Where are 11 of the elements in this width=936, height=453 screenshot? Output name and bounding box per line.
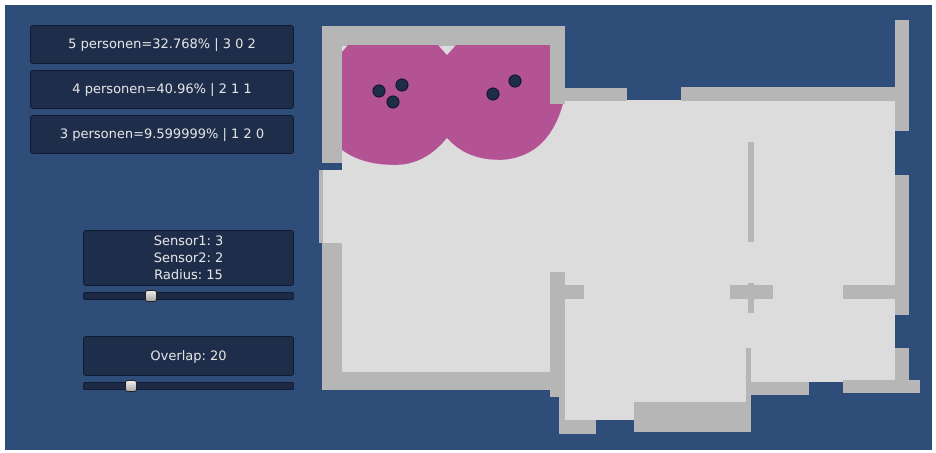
radius-slider[interactable] (83, 292, 294, 300)
sensor-reading: Sensor2: 2 (154, 250, 224, 266)
overlap-panel: Overlap: 20 (83, 336, 294, 376)
overlap-slider[interactable] (83, 382, 294, 390)
sensor-reading: Radius: 15 (154, 266, 223, 284)
result-panel: 3 personen=9.599999% | 1 2 0 (30, 115, 294, 154)
slider-thumb[interactable] (145, 290, 158, 302)
result-panel: 4 personen=40.96% | 2 1 1 (30, 70, 294, 109)
sensor-reading: Sensor1: 3 (154, 232, 224, 250)
slider-thumb[interactable] (125, 380, 138, 392)
result-panel: 5 personen=32.768% | 3 0 2 (30, 25, 294, 64)
